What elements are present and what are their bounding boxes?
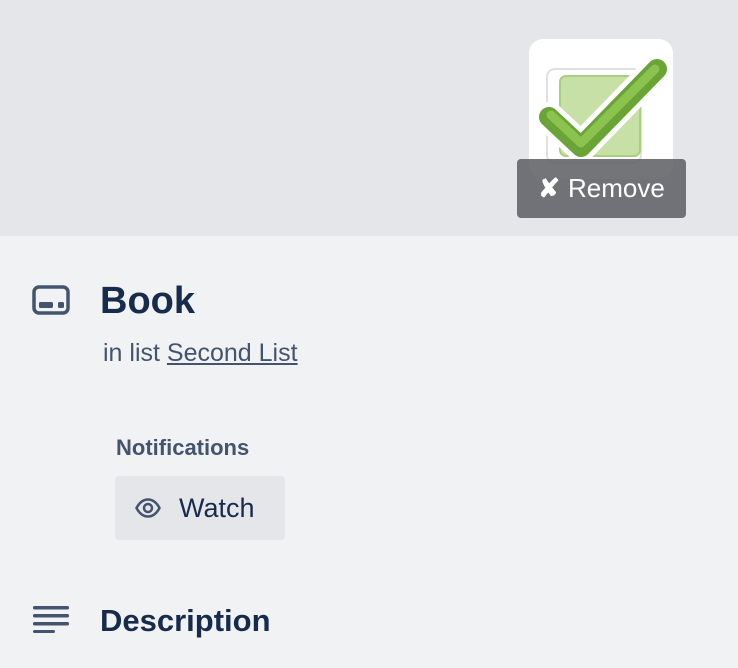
card-list-info: in list Second List	[103, 337, 298, 369]
list-link[interactable]: Second List	[167, 339, 298, 367]
description-lines-icon	[33, 606, 69, 633]
check-mark-sticker-icon	[534, 54, 672, 164]
watch-button[interactable]: Watch	[115, 476, 285, 540]
card-title[interactable]: Book	[100, 278, 195, 324]
remove-sticker-button[interactable]: ✘ Remove	[517, 159, 686, 218]
description-heading: Description	[100, 603, 271, 638]
card-icon	[32, 285, 70, 315]
eye-icon	[135, 498, 161, 518]
sticker-thumbnail[interactable]	[529, 39, 673, 179]
watch-label: Watch	[179, 492, 255, 523]
remove-label: Remove	[567, 173, 665, 203]
close-icon: ✘	[538, 173, 560, 203]
notifications-label: Notifications	[116, 435, 250, 460]
list-prefix: in list	[103, 339, 160, 367]
